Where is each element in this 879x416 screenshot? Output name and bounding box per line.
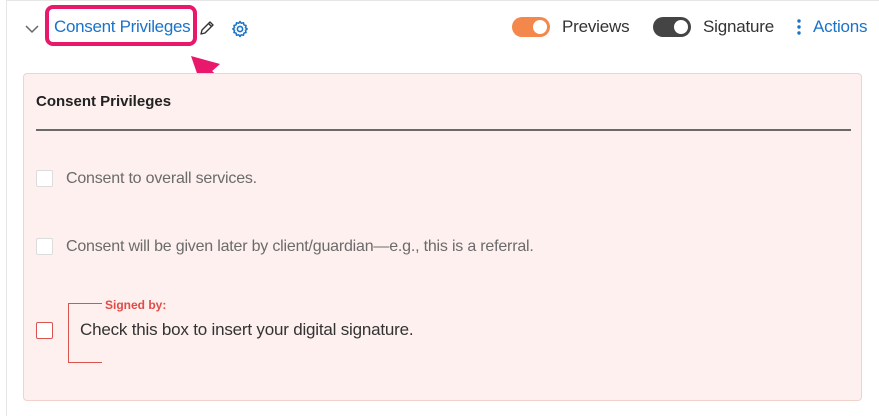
overall-services-checkbox[interactable]	[36, 170, 53, 187]
signature-label: Signature	[703, 17, 774, 36]
vertical-dots-icon	[797, 19, 801, 35]
panel-heading: Consent Privileges	[36, 93, 172, 110]
consent-later-checkbox[interactable]	[36, 238, 53, 255]
signature-checkbox[interactable]	[36, 322, 53, 339]
signature-instruction[interactable]: Check this box to insert your digital si…	[80, 320, 414, 340]
chevron-down-icon[interactable]	[24, 21, 40, 37]
previews-toggle[interactable]	[512, 17, 550, 37]
actions-label: Actions	[813, 17, 868, 36]
consent-later-label[interactable]: Consent will be given later by client/gu…	[66, 238, 534, 256]
signed-by-label: Signed by:	[103, 298, 169, 312]
signature-toggle[interactable]	[653, 17, 691, 37]
toggle-knob	[674, 20, 688, 34]
previews-label: Previews	[562, 17, 630, 36]
overall-services-label[interactable]: Consent to overall services.	[66, 170, 257, 188]
consent-form-panel: Consent Privileges Consent to overall se…	[23, 73, 862, 401]
toggle-knob	[533, 20, 547, 34]
divider	[36, 129, 851, 131]
actions-menu-button[interactable]: Actions	[794, 17, 868, 37]
pencil-icon[interactable]	[198, 19, 216, 37]
gear-icon[interactable]	[231, 20, 249, 38]
highlight-annotation-box	[45, 5, 197, 46]
